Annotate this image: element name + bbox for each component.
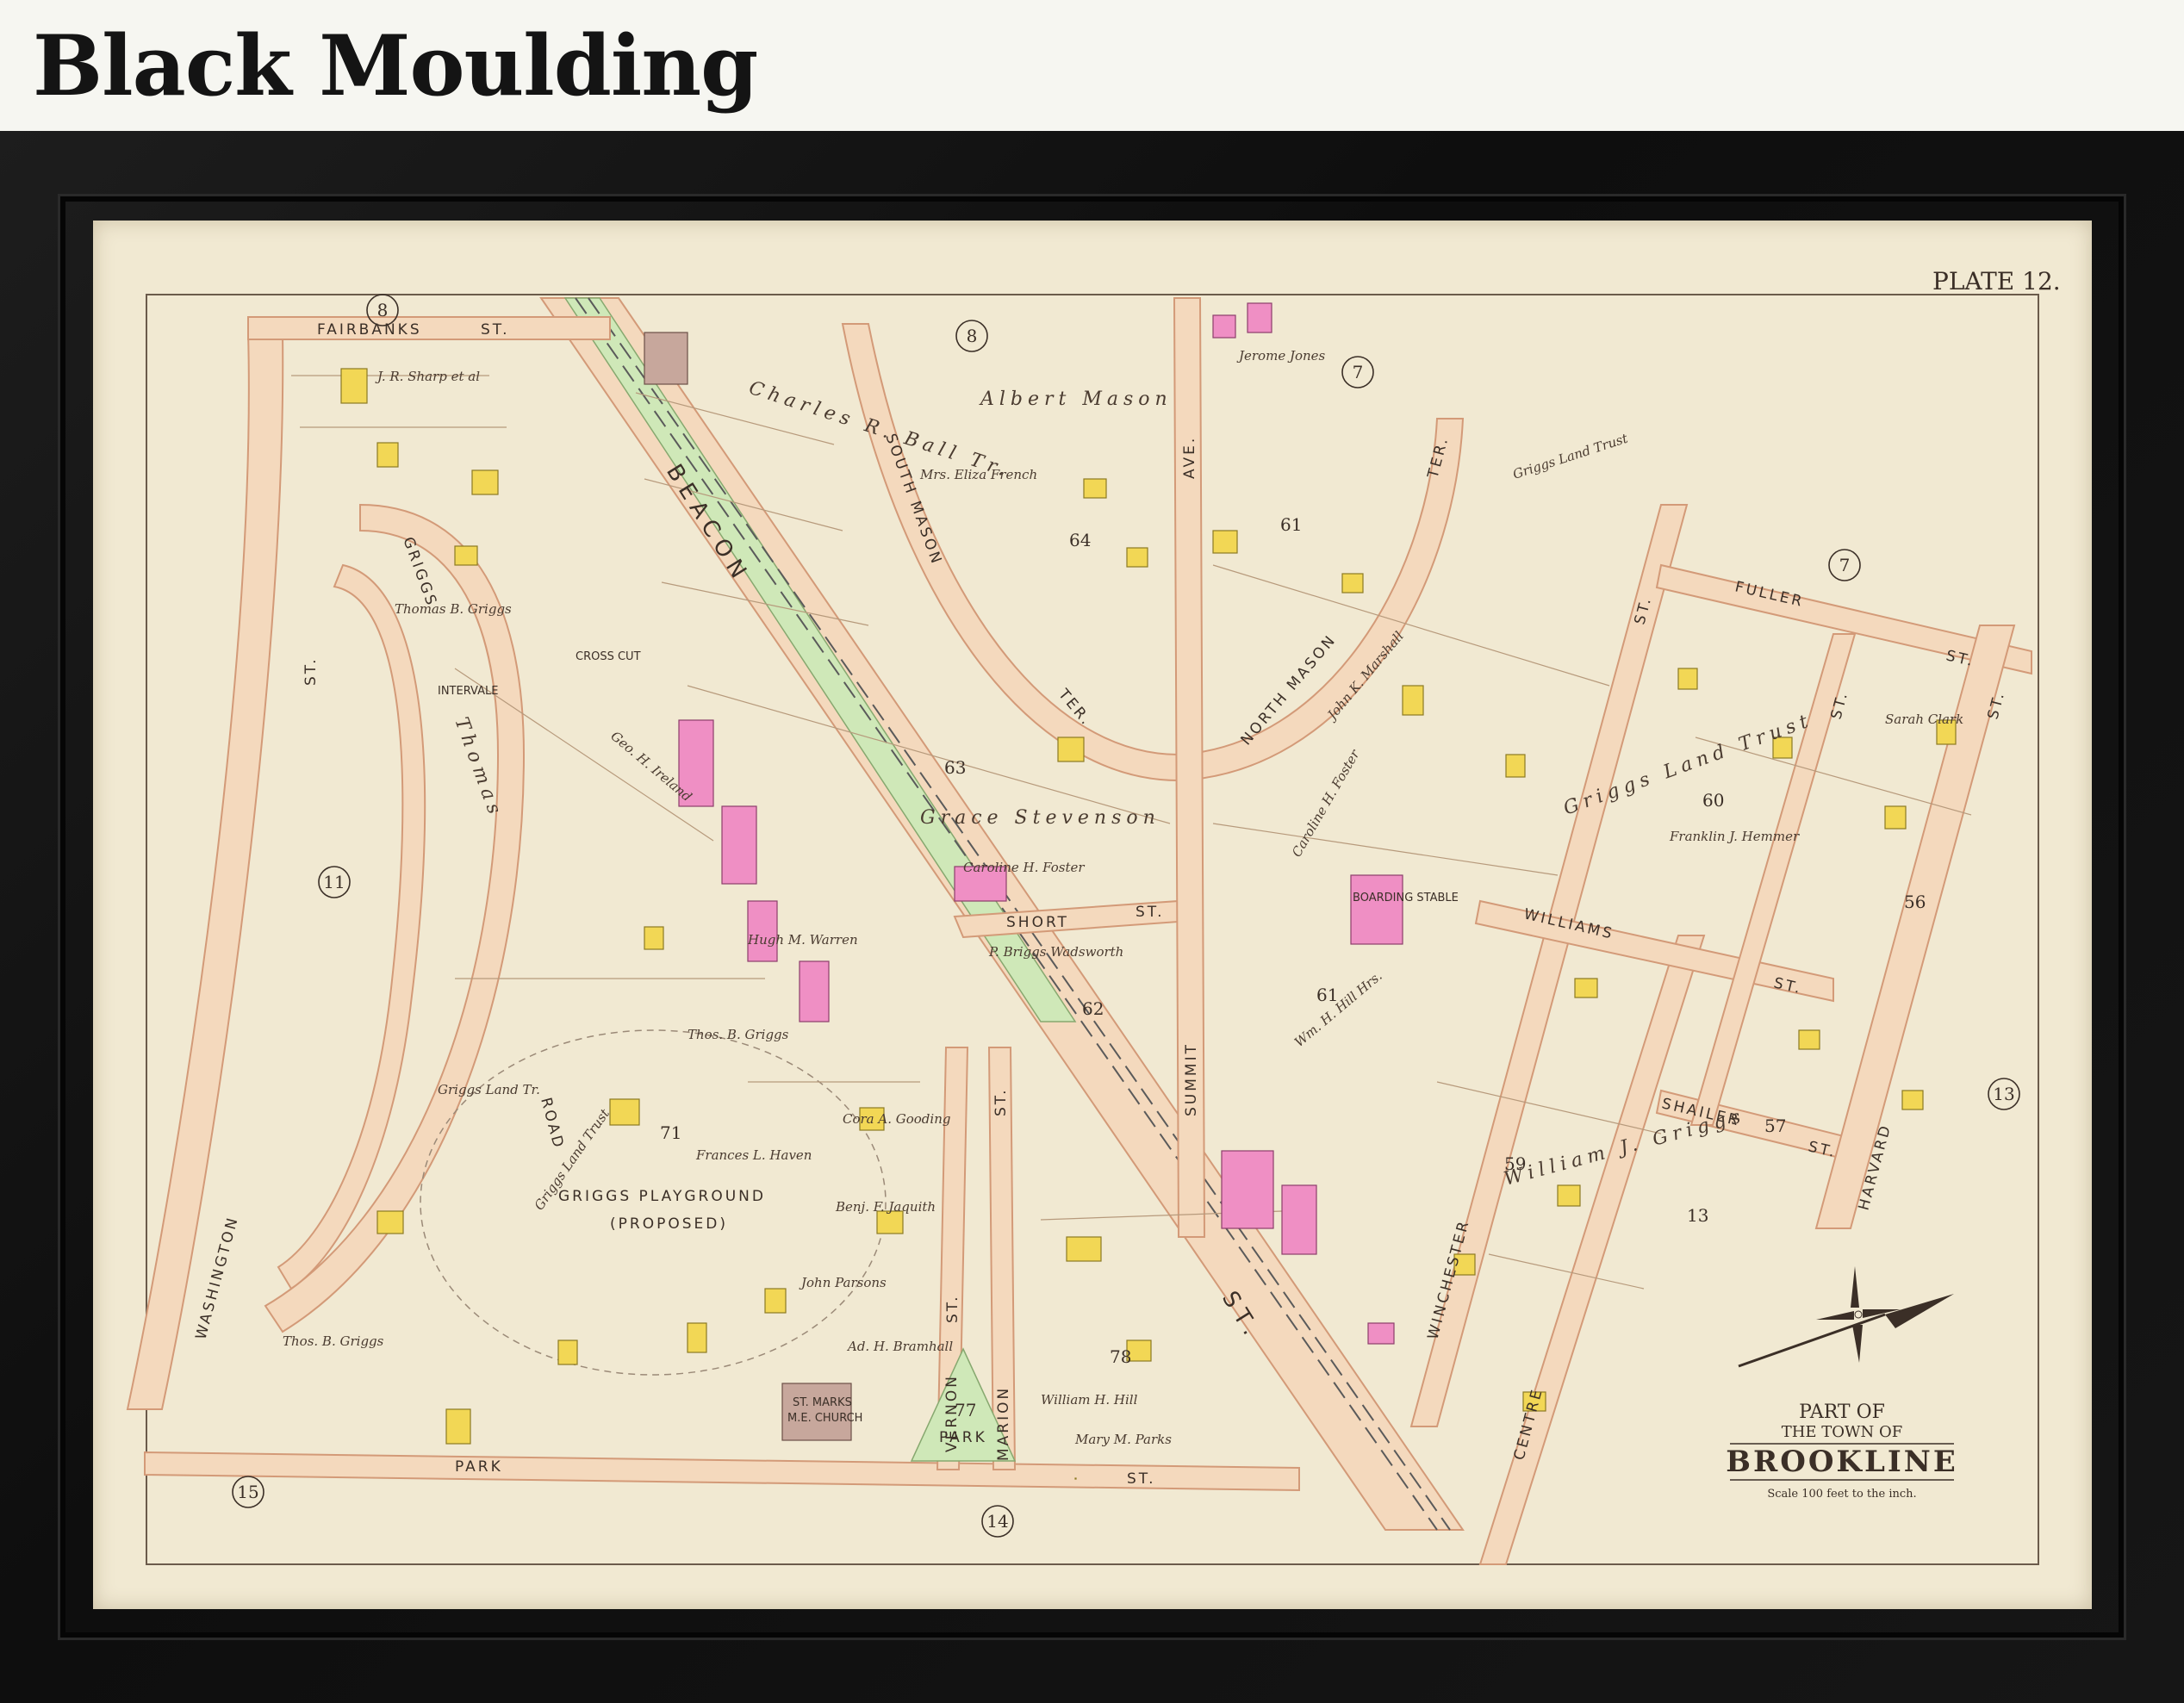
svg-text:8: 8 (967, 326, 978, 346)
gray-house (644, 332, 688, 385)
label-road: ROAD (537, 1096, 567, 1152)
playground-proposed: (PROPOSED) (610, 1215, 728, 1233)
lot-number: 78 (1110, 1346, 1131, 1367)
lot-number: 63 (944, 757, 966, 778)
lot-number: 60 (1702, 790, 1724, 811)
owner-name: J. R. Sharp et al (375, 369, 480, 384)
label-marion-st: ST. (992, 1087, 1010, 1116)
compass-rose (1738, 1266, 1954, 1368)
black-moulding-frame: PLATE 12. FAIRBANKS ST. BEACON GRIGGS RO… (0, 131, 2184, 1703)
owner-name: Mary M. Parks (1074, 1432, 1172, 1447)
owner-name: Caroline H. Foster (1289, 747, 1363, 860)
label-park-st: ST. (1127, 1470, 1156, 1488)
owner-name: Griggs Land Trust (1511, 430, 1631, 482)
owner-name: P. Briggs Wadsworth (988, 944, 1123, 960)
label-ave: AVE. (1181, 436, 1198, 479)
owner-name: Sarah Clark (1885, 712, 1963, 727)
owner-name: Mrs. Eliza French (919, 467, 1037, 482)
owner-name: Griggs Land Tr. (438, 1082, 540, 1097)
owner-name: Thomas B. Griggs (395, 601, 512, 617)
label-short: SHORT (1006, 914, 1069, 931)
map-paper: PLATE 12. FAIRBANKS ST. BEACON GRIGGS RO… (93, 221, 2092, 1609)
owner-name: Wm. H. Hill Hrs. (1291, 968, 1385, 1050)
brookline-map: PLATE 12. FAIRBANKS ST. BEACON GRIGGS RO… (126, 267, 2061, 1565)
ward-circle: 8 (955, 320, 988, 352)
label-cross-cut: CROSS CUT (576, 650, 641, 663)
park-st-road (144, 1451, 1300, 1492)
park-label: PARK (939, 1429, 987, 1446)
owner-name: Ad. H. Bramhall (846, 1339, 953, 1354)
label-short-st: ST. (1136, 904, 1165, 921)
ward-circle: 14 (981, 1505, 1014, 1538)
label-summit: SUMMIT (1183, 1042, 1200, 1116)
church-label-1: ST. MARKS (793, 1396, 852, 1409)
ward-circle: 15 (232, 1476, 264, 1508)
svg-text:13: 13 (1993, 1084, 2014, 1104)
boarding-stable-label: BOARDING STABLE (1353, 892, 1459, 904)
label-intervale: INTERVALE (438, 685, 498, 698)
owner-name: Jerome Jones (1236, 348, 1326, 364)
label-vernon-st: ST. (944, 1294, 961, 1323)
owner-name: Hugh M. Warren (747, 932, 858, 948)
owner-name: Albert Mason (979, 388, 1173, 410)
ward-circle: 7 (1341, 356, 1374, 388)
label-fairbanks-st: ST. (481, 321, 510, 339)
owner-name: William H. Hill (1041, 1392, 1138, 1408)
svg-text:7: 7 (1839, 555, 1851, 575)
owner-name: Thos. B. Griggs (283, 1333, 384, 1349)
centre-st-road (1478, 935, 1706, 1565)
svg-text:8: 8 (377, 300, 389, 320)
playground-label: GRIGGS PLAYGROUND (558, 1188, 766, 1205)
ward-circle: 13 (1988, 1078, 2020, 1110)
lot-number: 71 (660, 1122, 681, 1143)
north-mason-ter-road (1177, 418, 1465, 782)
owner-name: Franklin J. Hemmer (1669, 829, 1800, 844)
label-washington-st: ST. (302, 656, 320, 686)
title-town-of: THE TOWN OF (1782, 1423, 1903, 1441)
park-lot-number: 77 (955, 1400, 976, 1420)
owner-name: Cora A. Gooding (843, 1111, 950, 1127)
lot-number: 64 (1069, 530, 1091, 550)
owner-name: Thos. B. Griggs (688, 1027, 789, 1042)
owner-name: Grace Stevenson (920, 807, 1160, 829)
lot-number: 61 (1280, 514, 1302, 535)
owner-name: Frances L. Haven (695, 1147, 812, 1163)
church-label-2: M.E. CHURCH (787, 1412, 862, 1425)
label-washington: WASHINGTON (193, 1214, 243, 1341)
lot-number: 57 (1764, 1116, 1786, 1136)
title-brookline: BROOKLINE (1726, 1445, 1958, 1479)
label-fairbanks: FAIRBANKS (317, 321, 422, 339)
fairbanks-st-road (247, 316, 611, 340)
ward-circle: 7 (1828, 549, 1861, 581)
title-part-of: PART OF (1799, 1402, 1885, 1423)
washington-st-road (126, 332, 284, 1410)
lot-number: 56 (1904, 892, 1926, 912)
svg-text:14: 14 (986, 1511, 1008, 1532)
ward-number-plain: 13 (1687, 1205, 1708, 1226)
owner-name: Benj. F. Jaquith (835, 1199, 936, 1215)
label-marion: MARION (995, 1386, 1012, 1461)
map-title-cartouche: PART OF THE TOWN OF BROOKLINE Scale 100 … (1726, 1402, 1958, 1501)
owner-name: Caroline H. Foster (963, 860, 1085, 875)
page-heading: Black Moulding (33, 17, 758, 115)
svg-text:15: 15 (237, 1482, 258, 1502)
plate-number: PLATE 12. (1932, 267, 2061, 295)
svg-text:11: 11 (323, 872, 345, 892)
title-scale: Scale 100 feet to the inch. (1767, 1488, 1916, 1501)
svg-text:7: 7 (1353, 362, 1364, 382)
label-park: PARK (455, 1458, 503, 1476)
ward-circle: 11 (318, 866, 351, 898)
lot-number: 62 (1082, 998, 1104, 1019)
owner-name: John Parsons (799, 1275, 887, 1290)
